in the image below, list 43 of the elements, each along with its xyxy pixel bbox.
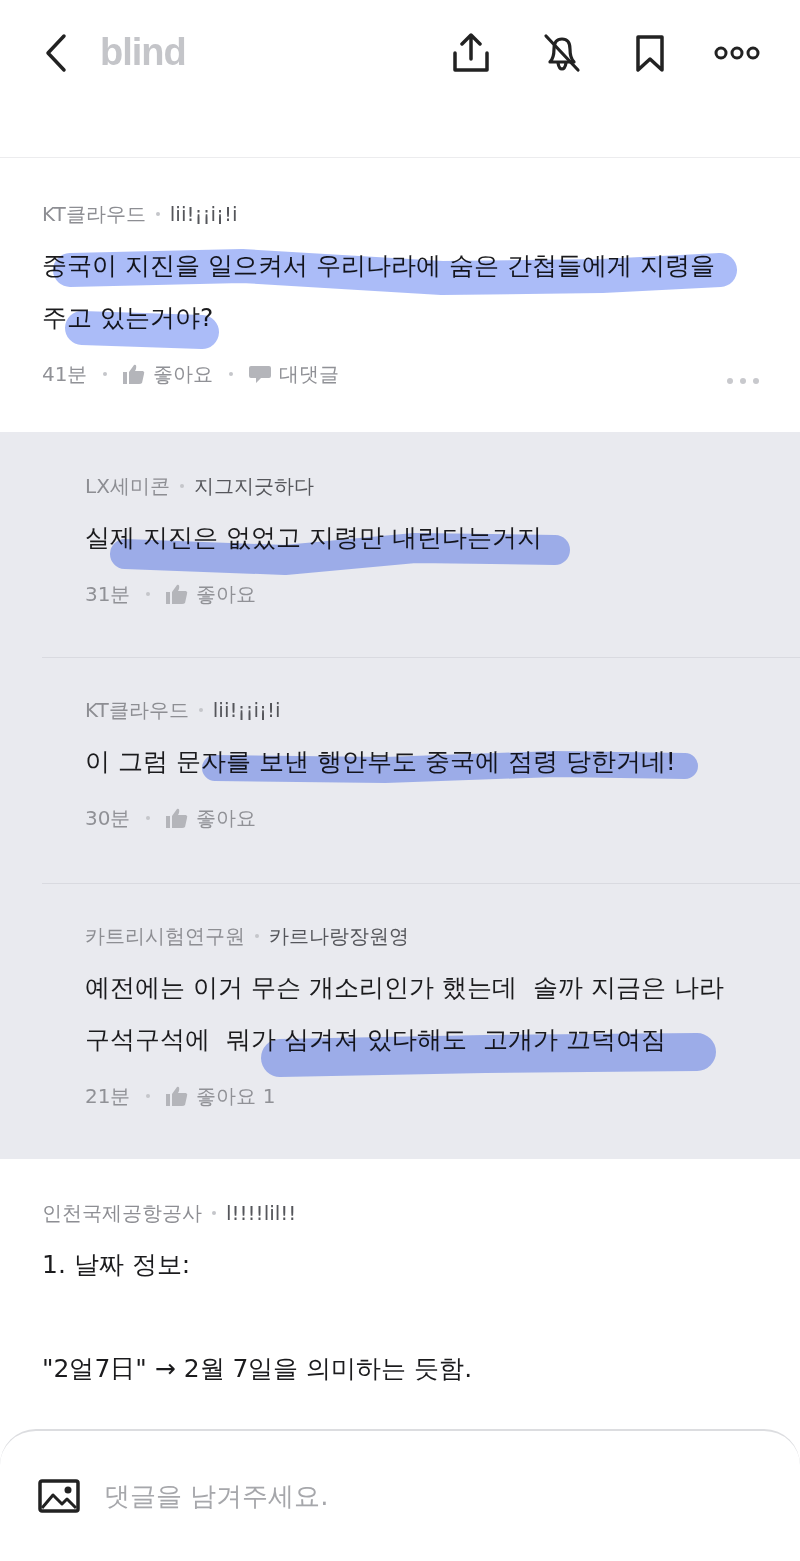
- share-button[interactable]: [452, 32, 490, 73]
- nickname: lii!¡¡i¡!i: [212, 698, 281, 722]
- separator-dot: [229, 372, 234, 376]
- timestamp: 30분: [85, 804, 131, 832]
- like-button[interactable]: 좋아요 1: [166, 1082, 276, 1110]
- thumbs-up-icon: [123, 364, 146, 384]
- back-button[interactable]: [44, 32, 68, 73]
- reply-button[interactable]: 대댓글: [249, 360, 340, 388]
- nickname: l!!!!lil!!: [226, 1201, 297, 1225]
- separator-dot: [155, 212, 160, 216]
- separator-dot: [255, 934, 259, 938]
- nickname: lii!¡¡i¡!i: [169, 202, 238, 226]
- comment-text: 이 그럼 문자를 보낸 행안부도 중국에 점령 당한거네!: [85, 747, 676, 776]
- like-button[interactable]: 좋아요: [166, 580, 257, 608]
- comment-text: 예전에는 이거 무슨 개소리인가 했는데 솔까 지금은 나라 구석구석에 뭐가 심겨져 있다해도 고개가 끄덕여짐: [85, 973, 725, 1054]
- bookmark-button[interactable]: [634, 32, 666, 73]
- timestamp: 41분: [42, 360, 88, 388]
- speech-bubble-icon: [249, 364, 272, 384]
- image-icon: [38, 1479, 80, 1513]
- company-name: 인천국제공항공사: [42, 1199, 202, 1227]
- like-button[interactable]: 좋아요: [166, 804, 257, 832]
- comment-text: 중국이 지진을 일으켜서 우리나라에 숨은 간첩들에게 지령을 주고 있는거야?: [42, 251, 716, 332]
- separator-dot: [103, 372, 108, 376]
- comment-input[interactable]: 댓글을 남겨주세요.: [102, 1480, 762, 1512]
- thumbs-up-icon: [166, 584, 189, 604]
- logo: blind: [100, 31, 186, 74]
- comment-text: "2얼7日" → 2월 7일을 의미하는 듯함.: [42, 1353, 474, 1385]
- comment-text: 실제 지진은 없었고 지령만 내린다는거지: [85, 523, 542, 552]
- nickname: 카르나랑장원영: [269, 922, 409, 950]
- separator-dot: [212, 1211, 216, 1215]
- timestamp: 31분: [85, 580, 131, 608]
- muted-bell-button[interactable]: [542, 32, 582, 73]
- nickname: 지그지긋하다: [193, 472, 314, 500]
- like-button[interactable]: 좋아요: [123, 360, 214, 388]
- thumbs-up-icon: [166, 808, 189, 828]
- thumbs-up-icon: [166, 1086, 189, 1106]
- company-name: KT클라우드: [85, 696, 189, 724]
- comment-text: 1. 날짜 정보:: [42, 1249, 192, 1281]
- timestamp: 21분: [85, 1082, 131, 1110]
- company-name: 카트리시험연구원: [85, 922, 245, 950]
- company-name: LX세미콘: [85, 472, 170, 500]
- more-button[interactable]: [714, 45, 760, 60]
- company-name: KT클라우드: [42, 200, 146, 228]
